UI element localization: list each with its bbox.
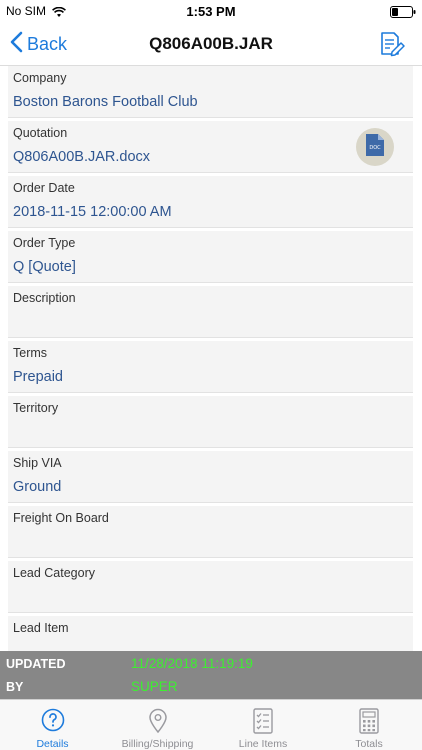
field-territory: Territory (8, 396, 413, 448)
field-terms: Terms Prepaid (8, 341, 413, 393)
field-value: Ground (13, 479, 62, 495)
tab-label: Billing/Shipping (121, 738, 194, 750)
by-value: SUPER (131, 679, 178, 694)
updated-info-bar: UPDATED 11/28/2018 11:19:19 BY SUPER (0, 651, 422, 699)
tab-label: Details (36, 738, 69, 750)
map-pin-icon (148, 708, 168, 739)
by-label: BY (6, 680, 24, 694)
checklist-icon (252, 708, 274, 739)
field-value: Prepaid (13, 369, 63, 385)
tab-details[interactable]: Details (0, 700, 105, 750)
field-description: Description (8, 286, 413, 338)
document-badge[interactable]: DOC (356, 128, 394, 166)
tab-label: Line Items (238, 738, 288, 750)
status-bar: No SIM 1:53 PM (0, 0, 422, 22)
tab-bar: Details Billing/Shipping Line Items Tota… (0, 699, 422, 750)
details-list: Company Boston Barons Football Club Quot… (0, 66, 422, 651)
field-order-type: Order Type Q [Quote] (8, 231, 413, 283)
updated-label: UPDATED (6, 657, 66, 671)
tab-billing-shipping[interactable]: Billing/Shipping (105, 700, 210, 750)
field-label: Ship VIA (13, 456, 62, 470)
tab-label: Totals (355, 738, 383, 750)
field-label: Quotation (13, 126, 68, 140)
tab-totals[interactable]: Totals (316, 700, 422, 750)
field-order-date: Order Date 2018-11-15 12:00:00 AM (8, 176, 413, 228)
field-label: Order Date (13, 181, 75, 195)
field-value: Boston Barons Football Club (13, 94, 198, 110)
field-label: Company (13, 71, 67, 85)
field-value[interactable]: Q806A00B.JAR.docx (13, 149, 150, 165)
field-value: 2018-11-15 12:00:00 AM (13, 204, 172, 220)
calculator-icon (358, 708, 380, 739)
field-freight-on-board: Freight On Board (8, 506, 413, 558)
doc-badge-text: DOC (369, 145, 381, 151)
field-label: Territory (13, 401, 59, 415)
tab-line-items[interactable]: Line Items (210, 700, 316, 750)
question-circle-icon (41, 708, 65, 737)
edit-document-button[interactable] (378, 30, 406, 58)
field-label: Description (13, 291, 76, 305)
field-label: Terms (13, 346, 48, 360)
navigation-bar: Back Q806A00B.JAR (0, 22, 422, 66)
field-label: Lead Category (13, 566, 96, 580)
field-label: Lead Item (13, 621, 69, 635)
field-company: Company Boston Barons Football Club (8, 66, 413, 118)
field-value: Q [Quote] (13, 259, 76, 275)
field-lead-category: Lead Category (8, 561, 413, 613)
field-quotation[interactable]: Quotation Q806A00B.JAR.docx DOC (8, 121, 413, 173)
status-time: 1:53 PM (186, 4, 236, 19)
field-label: Freight On Board (13, 511, 109, 525)
page-title: Q806A00B.JAR (149, 34, 273, 53)
field-lead-item: Lead Item (8, 616, 413, 651)
docx-file-icon: DOC (365, 133, 385, 162)
edit-document-icon (378, 32, 406, 62)
battery-icon (390, 5, 416, 23)
updated-value: 11/28/2018 11:19:19 (131, 656, 253, 671)
field-label: Order Type (13, 236, 76, 250)
field-ship-via: Ship VIA Ground (8, 451, 413, 503)
